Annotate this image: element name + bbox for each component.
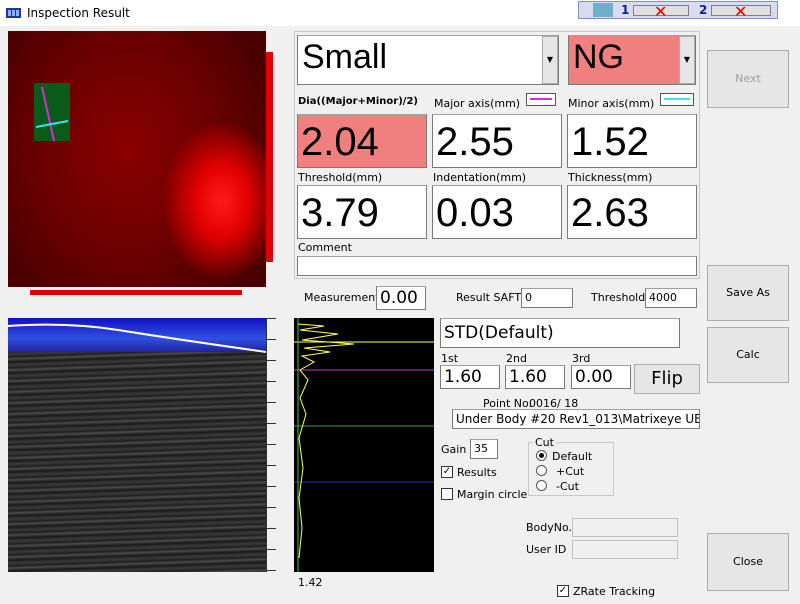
flip-button[interactable]: Flip	[634, 364, 700, 394]
comment-label: Comment	[298, 241, 352, 254]
thickness-value: 2.63	[567, 185, 697, 239]
dia-value: 2.04	[297, 114, 427, 168]
major-axis-color-swatch	[526, 93, 556, 106]
c-scan-vertical-scale	[266, 52, 273, 262]
cut-default-label: Default	[552, 450, 593, 463]
a-scan-plot[interactable]	[294, 318, 434, 572]
minor-axis-value: 1.52	[567, 114, 697, 168]
calc-button[interactable]: Calc	[707, 327, 789, 383]
user-id-field[interactable]	[572, 540, 678, 559]
threshold-value: 3.79	[297, 185, 427, 239]
judgement-select[interactable]: NG ▼	[568, 35, 696, 85]
indentation-value: 0.03	[432, 185, 562, 239]
comment-field[interactable]	[297, 256, 697, 276]
window-title: Inspection Result	[27, 6, 130, 20]
second-field[interactable]: 1.60	[505, 365, 565, 389]
channel-2-disabled-icon: ✕	[734, 2, 748, 21]
b-scan-surface-line	[8, 323, 266, 353]
channel-1-bar[interactable]: ✕	[633, 2, 689, 21]
third-field[interactable]: 0.00	[571, 365, 631, 389]
second-label: 2nd	[506, 352, 527, 365]
size-select[interactable]: Small ▼	[297, 35, 559, 85]
third-label: 3rd	[572, 352, 591, 365]
judgement-dropdown-arrow-icon[interactable]: ▼	[679, 36, 695, 84]
next-button[interactable]: Next	[707, 50, 789, 108]
channel-2-number[interactable]: 2	[699, 3, 707, 17]
channel-2-bar[interactable]: ✕	[711, 2, 771, 21]
dia-label: Dia((Major+Minor)/2)	[298, 96, 418, 107]
close-button[interactable]: Close	[707, 533, 789, 591]
cut-default-radio[interactable]	[536, 450, 547, 461]
measurement-label: Measurement	[304, 291, 380, 304]
first-field[interactable]: 1.60	[440, 365, 500, 389]
size-dropdown-arrow-icon[interactable]: ▼	[542, 36, 558, 84]
gain-label: Gain	[441, 443, 467, 456]
b-scan-depth-scale	[266, 318, 276, 572]
c-scan-horizontal-scale	[30, 290, 242, 295]
body-no-field[interactable]	[572, 518, 678, 537]
std-field[interactable]: STD(Default)	[440, 318, 680, 348]
threshold-small-label: Threshold	[591, 291, 646, 304]
result-saft-label: Result SAFT	[456, 291, 522, 304]
results-label: Results	[457, 466, 497, 479]
c-scan-image[interactable]	[8, 31, 266, 287]
thickness-label: Thickness(mm)	[568, 171, 653, 184]
channel-1-number[interactable]: 1	[621, 3, 629, 17]
zrate-tracking-label: ZRate Tracking	[573, 585, 656, 598]
margin-circle-label: Margin circle	[457, 488, 528, 501]
body-no-label: BodyNo.	[526, 521, 573, 534]
channel-1-disabled-icon: ✕	[654, 2, 668, 21]
save-as-button[interactable]: Save As	[707, 265, 789, 321]
result-saft-field[interactable]: 0	[521, 288, 573, 308]
threshold-label: Threshold(mm)	[298, 171, 383, 184]
zrate-tracking-checkbox[interactable]: ✓	[557, 585, 569, 597]
major-axis-value: 2.55	[432, 114, 562, 168]
a-scan-value: 1.42	[298, 576, 323, 589]
threshold-small-field[interactable]: 4000	[645, 288, 697, 308]
margin-circle-checkbox[interactable]	[441, 488, 453, 500]
probe-icon[interactable]	[593, 3, 613, 17]
indentation-label: Indentation(mm)	[433, 171, 527, 184]
cut-minus-label: -Cut	[556, 480, 579, 493]
app-icon	[6, 8, 21, 18]
first-label: 1st	[441, 352, 459, 365]
b-scan-image[interactable]	[8, 318, 266, 572]
file-path-field[interactable]: Under Body #20 Rev1_013\Matrixeye UB #2	[452, 409, 700, 429]
cut-plus-radio[interactable]	[536, 465, 547, 476]
gain-field[interactable]: 35	[470, 439, 498, 459]
measurement-field[interactable]: 0.00	[376, 286, 426, 310]
minor-axis-label: Minor axis(mm)	[568, 97, 655, 110]
channel-tab-strip: 1 ✕ 2 ✕	[578, 1, 778, 21]
cut-plus-label: +Cut	[556, 465, 585, 478]
major-axis-label: Major axis(mm)	[434, 97, 521, 110]
a-scan-waveform	[294, 318, 434, 572]
defect-axes-overlay	[35, 86, 69, 142]
cut-minus-radio[interactable]	[536, 480, 547, 491]
results-checkbox[interactable]: ✓	[441, 466, 453, 478]
user-id-label: User ID	[526, 543, 567, 556]
minor-axis-color-swatch	[660, 93, 694, 106]
cut-group-label: Cut	[533, 436, 556, 449]
